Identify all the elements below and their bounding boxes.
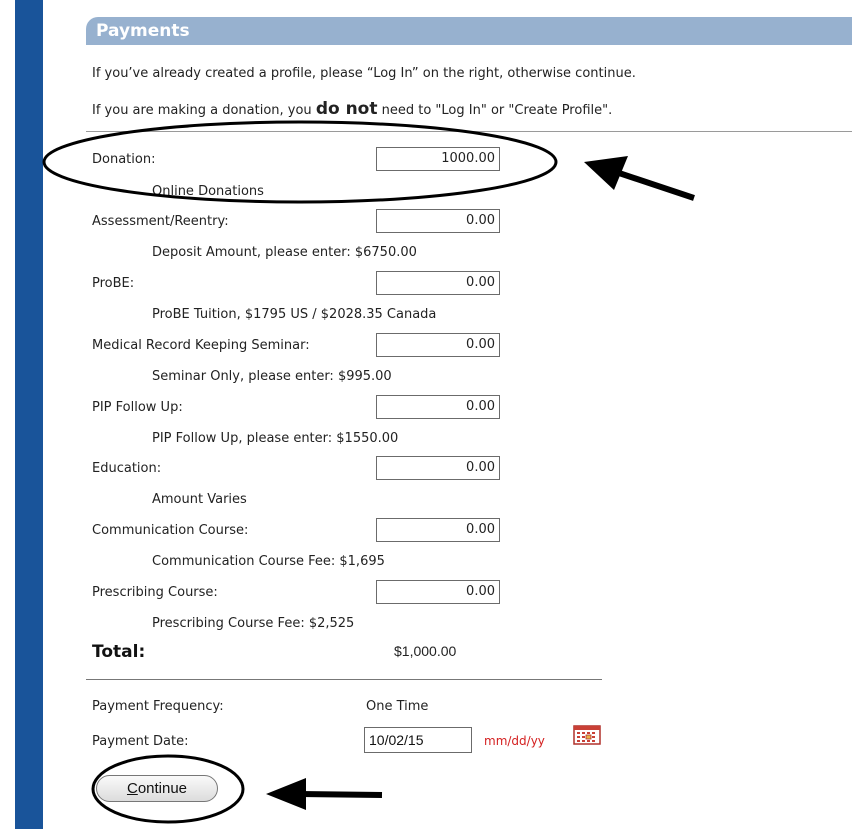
arrow-left-icon bbox=[266, 778, 383, 810]
donation-highlight-ellipse bbox=[42, 120, 558, 204]
annotation-overlay bbox=[42, 120, 695, 824]
continue-highlight-ellipse bbox=[91, 754, 245, 824]
arrow-right-icon bbox=[584, 156, 695, 201]
